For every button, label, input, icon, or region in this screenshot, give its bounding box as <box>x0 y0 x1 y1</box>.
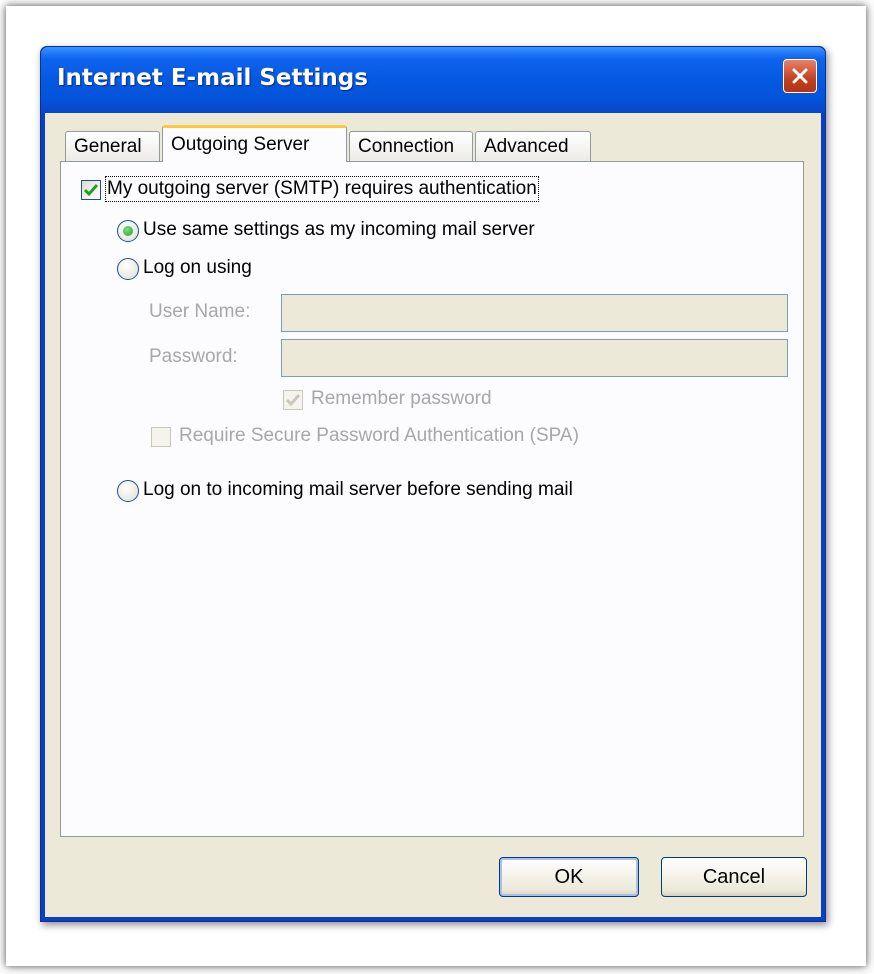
tab-general[interactable]: General <box>65 131 160 161</box>
password-label: Password: <box>149 346 238 367</box>
close-button[interactable] <box>783 59 817 93</box>
checkmark-icon <box>285 394 301 407</box>
password-input[interactable] <box>281 339 788 377</box>
same-settings-label[interactable]: Use same settings as my incoming mail se… <box>143 219 535 241</box>
spa-checkbox[interactable] <box>151 427 171 447</box>
tab-advanced[interactable]: Advanced <box>475 131 591 161</box>
smtp-auth-checkbox[interactable] <box>81 180 101 200</box>
log-on-before-label[interactable]: Log on to incoming mail server before se… <box>143 479 573 501</box>
tab-panel-outgoing-server: My outgoing server (SMTP) requires authe… <box>60 161 804 837</box>
log-on-using-label[interactable]: Log on using <box>143 257 252 279</box>
log-on-using-radio[interactable] <box>117 258 139 280</box>
log-on-before-radio[interactable] <box>117 480 139 502</box>
username-label: User Name: <box>149 301 251 322</box>
tab-connection[interactable]: Connection <box>349 131 473 161</box>
radio-selected-dot <box>123 226 133 236</box>
username-input[interactable] <box>281 294 788 332</box>
remember-password-checkbox[interactable] <box>283 390 303 410</box>
title-bar[interactable]: Internet E-mail Settings <box>41 47 825 113</box>
remember-password-label[interactable]: Remember password <box>311 388 492 410</box>
dialog-client-area: General Outgoing Server Connection Advan… <box>45 113 821 917</box>
cancel-button[interactable]: Cancel <box>661 857 807 897</box>
checkmark-icon <box>83 184 99 197</box>
close-icon <box>792 68 808 84</box>
spa-label[interactable]: Require Secure Password Authentication (… <box>179 425 579 447</box>
window-title: Internet E-mail Settings <box>57 65 368 91</box>
same-settings-radio[interactable] <box>117 220 139 242</box>
smtp-auth-label[interactable]: My outgoing server (SMTP) requires authe… <box>105 176 539 202</box>
dialog-window: Internet E-mail Settings General Outgoin… <box>40 46 826 922</box>
tab-outgoing-server[interactable]: Outgoing Server <box>162 125 347 162</box>
ok-button[interactable]: OK <box>499 857 639 897</box>
